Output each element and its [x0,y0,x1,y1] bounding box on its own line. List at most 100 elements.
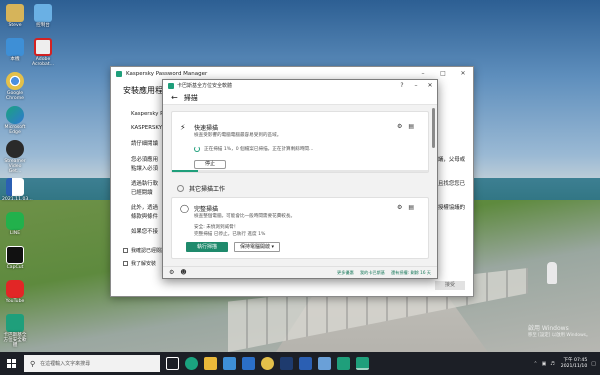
desktop-icon-capcut[interactable]: CapCut [2,246,28,270]
watermark-line-1: 啟用 Windows [528,325,569,332]
desktop-icon-streamer[interactable]: Streamer Video Get... [2,140,28,174]
kaspersky-titlebar[interactable]: 卡巴斯基全方位安全軟體 ? – ✕ [163,80,437,91]
my-kaspersky-link[interactable]: 我的卡巴斯基 [360,270,385,276]
accept-button[interactable]: 接受 [435,281,465,290]
settings-gear-icon[interactable]: ⚙ [397,204,408,211]
checkbox-box[interactable] [123,248,128,253]
installer-title: Kaspersky Password Manager [126,70,208,77]
minimize-icon[interactable]: – [413,70,433,77]
desktop-icon-control-panel[interactable]: 控制台 [30,4,56,28]
mail-icon[interactable] [242,357,255,370]
settings-gear-icon[interactable]: ⚙ [169,269,174,276]
line-icon [6,212,24,230]
desktop-icon-chrome[interactable]: Google Chrome [2,72,28,101]
scanning-spinner-icon [194,146,200,152]
minimize-icon[interactable]: – [409,82,423,89]
quick-scan-icon: ⚡ [180,123,186,132]
eula-line: Kaspersky P [131,111,164,117]
notification-icon[interactable]: □ [591,361,596,367]
eula-line: 已經閱讀 [131,190,153,196]
taskbar: ⚲ 在這裡輸入文字來搜尋 ⌃ ▣ ♬ 下午 07:45 2021/11/10 □ [0,352,600,375]
settings-gear-icon[interactable]: ⚙ [397,123,408,130]
report-icon[interactable]: ▤ [408,204,420,211]
kaspersky-icon[interactable] [337,357,350,370]
wallpaper-person [547,262,557,284]
accept-eula-checkbox[interactable]: 我確認已經閱讀 [123,247,166,254]
close-icon[interactable]: ✕ [453,70,473,77]
tray-chevron-icon[interactable]: ⌃ [533,361,537,367]
stop-scan-button[interactable]: 停止 [194,160,226,169]
license-link[interactable]: 還有授權: 剩餘 16 天 [391,270,431,276]
help-icon[interactable]: ? [395,82,409,89]
acrobat-icon [34,38,52,56]
maximize-icon[interactable]: □ [433,70,453,77]
file-explorer-icon[interactable] [204,357,217,370]
edge-icon[interactable] [185,357,198,370]
back-arrow-icon[interactable]: ← [171,93,178,102]
edge-icon [6,106,24,124]
quick-scan-title: 快速掃描 [194,125,219,132]
report-icon[interactable]: ▤ [408,123,420,130]
word-icon[interactable] [299,357,312,370]
volume-icon[interactable]: ♬ [550,361,554,367]
scan-header: ← 掃描 [163,91,437,105]
desktop-icon-acrobat[interactable]: Adobe Acrobat... [30,38,56,67]
desktop-icon-kaspersky[interactable]: 卡巴斯基全方位安全軟體 [2,314,28,348]
photoshop-icon[interactable] [280,357,293,370]
task-view-icon[interactable] [166,357,179,370]
run-scan-button[interactable]: 執行掃描 [186,242,228,252]
eula-line-right: 且找您您已 [438,181,465,187]
windows-activation-watermark: 啟用 Windows 移至 [設定] 以啟用 Windows。 [528,325,590,339]
taskbar-search[interactable]: ⚲ 在這裡輸入文字來搜尋 [24,355,160,372]
keep-pc-awake-dropdown[interactable]: 保持電腦開啟 ▾ [234,242,280,252]
full-scan-card: ◯ 完整掃描 ⚙▤ 檢查整個電腦，可能會比一般時間需要花費較長。 安全: 未偵測… [171,197,429,259]
eula-line: 此外，透過 [131,205,158,211]
kaspersky-icon [6,314,24,332]
eula-line-right: 授權協議的 [438,205,465,211]
chrome-icon[interactable] [261,357,274,370]
chevron-down-icon: ▾ [271,244,275,250]
accept-privacy-checkbox[interactable]: 我了解安裝 [123,260,156,267]
desktop-icon-edge[interactable]: Microsoft Edge [2,106,28,135]
dropdown-label: 保持電腦開啟 [239,244,270,250]
progress-fill [172,170,198,172]
windows-logo-icon [6,359,16,368]
photos-icon[interactable] [318,357,331,370]
desktop-icon-user[interactable]: Steve [2,4,28,28]
other-scan-tasks-row[interactable]: 其它掃描工作 [177,184,225,193]
full-scan-progress-text: 完整掃描 已停止。已執行 進度 1% [194,232,266,237]
kaspersky-logo-icon [168,82,174,89]
full-scan-status: 安全: 未偵測到威脅！ [194,225,239,230]
desktop-icon-line[interactable]: LINE [2,212,28,236]
store-icon[interactable] [223,357,236,370]
support-icon[interactable]: ☻ [180,269,186,276]
full-scan-actions: ⚙▤ [397,204,420,211]
kaspersky-window[interactable]: 卡巴斯基全方位安全軟體 ? – ✕ ← 掃描 ⚡ 快速掃描 ⚙▤ 檢查受影響的電… [162,79,438,279]
word-doc-icon [6,178,24,196]
clock-date: 2021/11/10 [560,363,588,369]
other-tasks-icon [177,185,184,192]
eula-line: 透過執行軟 [131,181,158,187]
clock-time: 下午 07:45 [563,357,588,363]
youtube-icon [6,280,24,298]
start-button[interactable] [0,352,22,375]
kaspersky-logo-icon [116,70,122,77]
eula-line: 如果您不接 [131,229,158,235]
quick-scan-actions: ⚙▤ [397,123,420,130]
password-manager-icon[interactable] [356,357,369,370]
network-icon[interactable]: ▣ [542,361,547,367]
close-icon[interactable]: ✕ [423,82,437,89]
kaspersky-title: 卡巴斯基全方位安全軟體 [177,83,233,89]
quick-scan-status: 正在掃描 1%，0 個檔案已掃描，正在計算剩餘時間... [204,147,314,152]
system-tray: ⌃ ▣ ♬ 下午 07:45 2021/11/10 □ [529,352,596,375]
scrollbar[interactable] [432,108,435,148]
eula-line: 您必須應用 [131,157,158,163]
more-offers-link[interactable]: 更多優惠 [337,270,354,276]
capcut-icon [6,246,24,264]
desktop-icon-youtube[interactable]: YouTube [2,280,28,304]
desktop-icon-this-pc[interactable]: 本機 [2,38,28,62]
checkbox-box[interactable] [123,261,128,266]
clock[interactable]: 下午 07:45 2021/11/10 [561,358,587,370]
camera-app-icon [6,140,24,158]
desktop-icon-word-doc[interactable]: 2021.11.03... [2,178,33,202]
